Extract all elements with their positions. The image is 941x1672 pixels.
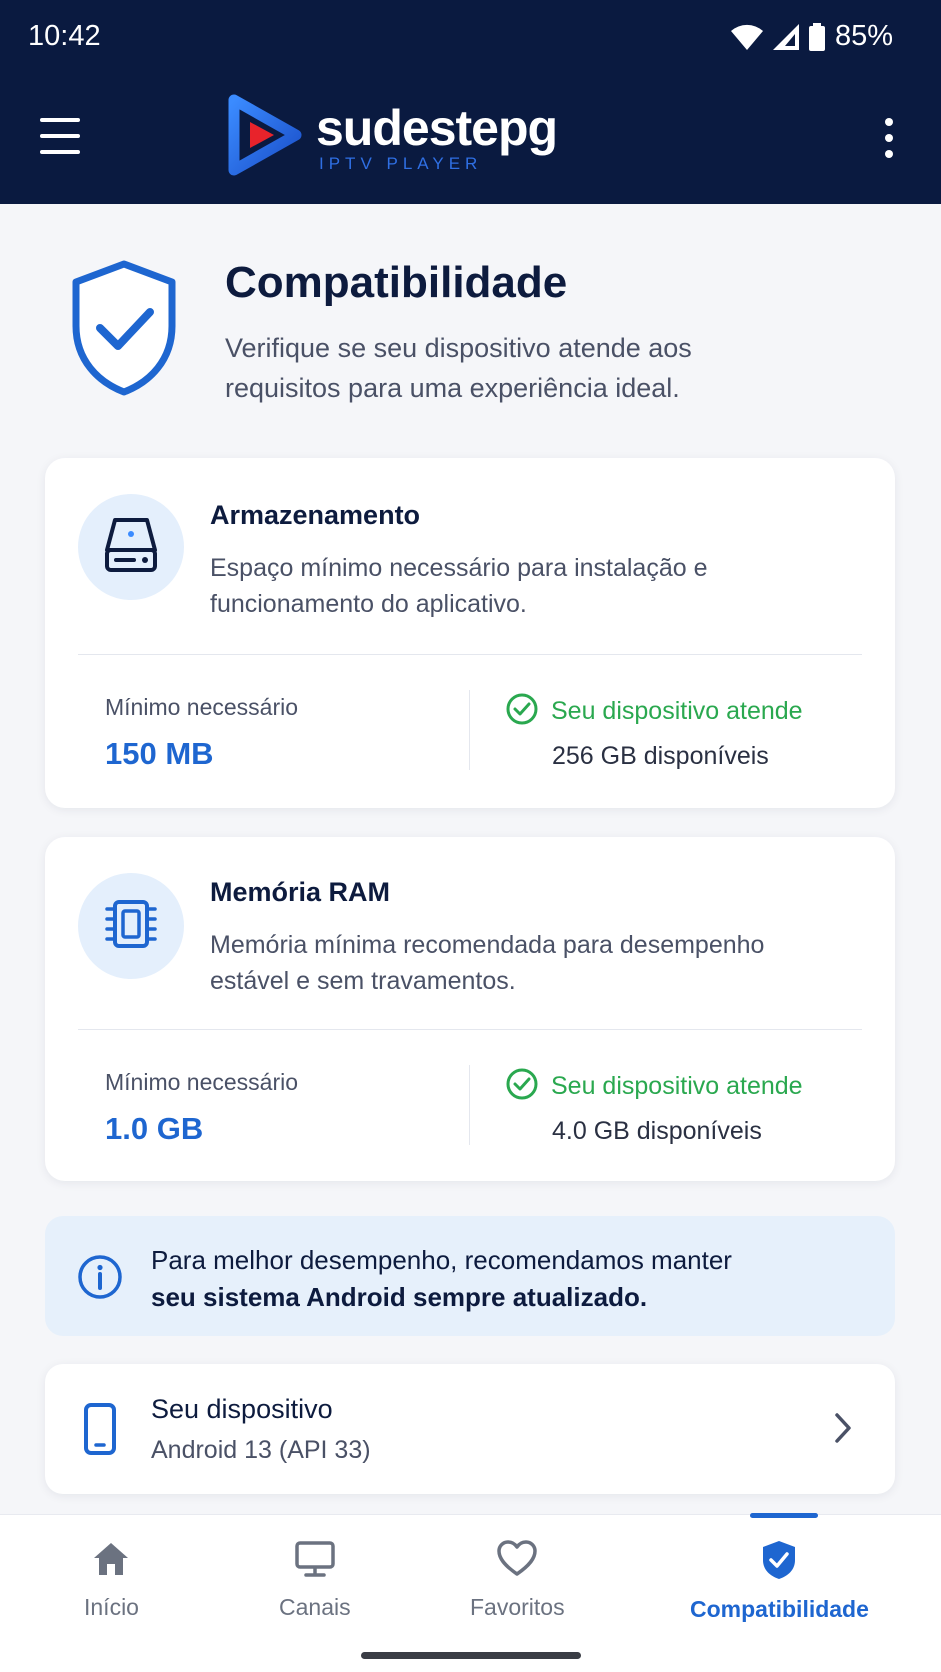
device-subtitle: Android 13 (API 33) [151, 1436, 371, 1464]
info-text: Para melhor desempenho, recomendamos man… [151, 1242, 851, 1316]
nav-item-compatibilidade[interactable]: Compatibilidade [690, 1539, 869, 1623]
wifi-icon [730, 24, 763, 50]
check-circle-icon [505, 692, 539, 731]
storage-min-label: Mínimo necessário [105, 694, 299, 720]
play-logo-icon [228, 94, 302, 181]
info-icon [77, 1254, 123, 1305]
shield-check-icon [760, 1539, 798, 1586]
brand-subtitle: IPTV PLAYER [319, 153, 483, 173]
column-divider [469, 1065, 470, 1145]
device-title: Seu dispositivo [151, 1394, 333, 1424]
ram-icon-container [78, 873, 184, 979]
hard-drive-icon [103, 516, 159, 579]
ram-title: Memória RAM [210, 877, 391, 907]
nav-label-favoritos: Favoritos [470, 1594, 565, 1620]
ram-status-text: Seu dispositivo atende [551, 1072, 803, 1100]
gesture-home-bar[interactable] [361, 1652, 581, 1659]
storage-icon-container [78, 494, 184, 600]
storage-title: Armazenamento [210, 500, 421, 530]
memory-chip-icon [101, 894, 161, 959]
heart-icon [496, 1539, 538, 1584]
tv-icon [294, 1539, 336, 1584]
divider [78, 654, 862, 655]
storage-card: Armazenamento Espaço mínimo necessário p… [45, 458, 895, 808]
nav-item-inicio[interactable]: Início [84, 1539, 139, 1621]
storage-description: Espaço mínimo necessário para instalação… [210, 554, 708, 618]
info-text-bold: seu sistema Android sempre atualizado. [151, 1282, 648, 1312]
bottom-navigation: Início Canais Favoritos Compatibilidade [0, 1513, 941, 1672]
check-circle-icon [505, 1067, 539, 1106]
nav-label-inicio: Início [84, 1594, 139, 1620]
page-description: Verifique se seu dispositivo atende aos … [225, 333, 692, 403]
brand-name: sudestepg [316, 99, 558, 156]
nav-label-compatibilidade: Compatibilidade [690, 1596, 869, 1622]
cell-signal-icon [772, 23, 799, 50]
ram-available: 4.0 GB disponíveis [552, 1117, 762, 1145]
storage-min-value: 150 MB [105, 736, 214, 771]
battery-icon [808, 22, 825, 51]
shield-check-icon [68, 258, 180, 403]
storage-available: 256 GB disponíveis [552, 742, 769, 770]
ram-status: Seu dispositivo atende [505, 1067, 803, 1106]
storage-status: Seu dispositivo atende [505, 692, 803, 731]
divider [78, 1029, 862, 1030]
smartphone-icon [83, 1402, 117, 1461]
device-info-row[interactable]: Seu dispositivo Android 13 (API 33) [45, 1364, 895, 1494]
info-banner: Para melhor desempenho, recomendamos man… [45, 1216, 895, 1336]
status-time: 10:42 [28, 20, 101, 52]
app-bar: 10:42 85% sudestepg IPTV PLAYER [0, 0, 941, 204]
nav-item-favoritos[interactable]: Favoritos [470, 1539, 565, 1621]
column-divider [469, 690, 470, 770]
active-tab-indicator [750, 1513, 818, 1518]
nav-label-canais: Canais [279, 1594, 351, 1620]
home-icon [91, 1539, 131, 1584]
status-bar: 10:42 85% [0, 0, 941, 80]
page-title: Compatibilidade [225, 258, 568, 307]
menu-icon[interactable] [40, 118, 84, 154]
chevron-right-icon [833, 1411, 853, 1450]
nav-item-canais[interactable]: Canais [279, 1539, 351, 1621]
brand-logo: sudestepg IPTV PLAYER [228, 94, 558, 181]
ram-min-label: Mínimo necessário [105, 1069, 299, 1095]
ram-min-value: 1.0 GB [105, 1111, 204, 1146]
more-options-icon[interactable] [881, 118, 897, 158]
info-text-normal: Para melhor desempenho, recomendamos man… [151, 1245, 732, 1275]
battery-percent: 85% [834, 20, 893, 52]
ram-description: Memória mínima recomendada para desempen… [210, 931, 765, 995]
status-indicators: 85% [730, 20, 893, 53]
ram-card: Memória RAM Memória mínima recomendada p… [45, 837, 895, 1181]
storage-status-text: Seu dispositivo atende [551, 697, 803, 725]
